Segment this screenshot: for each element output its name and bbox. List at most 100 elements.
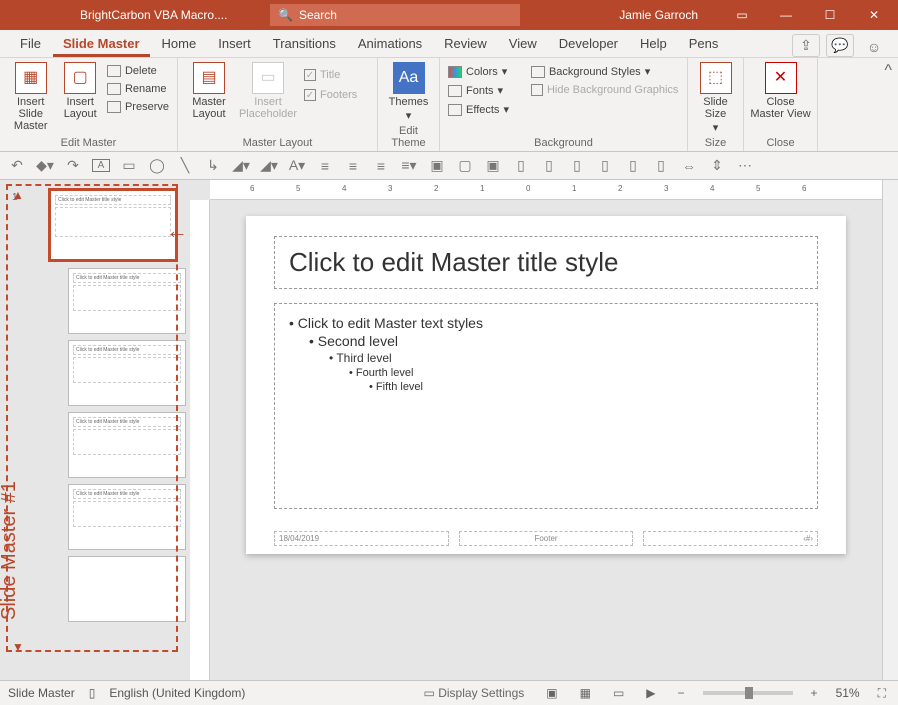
shape-icon[interactable]: ◆▾	[36, 157, 54, 174]
oval-icon[interactable]: ◯	[148, 157, 166, 174]
tab-developer[interactable]: Developer	[549, 32, 628, 57]
delete-button[interactable]: Delete	[105, 64, 171, 78]
fontcolor-icon[interactable]: A▾	[288, 157, 306, 174]
slideshow-icon[interactable]: ▶	[642, 686, 659, 700]
share-icon[interactable]: ⇪	[792, 34, 820, 57]
pagenum-placeholder[interactable]: ‹#›	[643, 531, 818, 546]
connector-icon[interactable]: ↳	[204, 157, 222, 174]
tab-animations[interactable]: Animations	[348, 32, 432, 57]
zoom-slider[interactable]	[703, 691, 793, 695]
align-right-icon[interactable]: ≡	[372, 158, 390, 174]
group-icon[interactable]: ▣	[484, 157, 502, 174]
group-label-background: Background	[446, 135, 681, 149]
line-icon[interactable]: ╲	[176, 157, 194, 174]
dist-h-icon[interactable]: ⇔	[680, 158, 698, 174]
bullet-l1[interactable]: Click to edit Master text styles	[289, 314, 803, 332]
face-icon[interactable]: ☺	[860, 37, 888, 57]
vertical-scrollbar[interactable]	[882, 180, 898, 680]
tab-pens[interactable]: Pens	[679, 32, 729, 57]
outline-icon[interactable]: ◢▾	[260, 157, 278, 174]
align-obj6-icon[interactable]: ▯	[652, 157, 670, 174]
tab-transitions[interactable]: Transitions	[263, 32, 346, 57]
reading-view-icon[interactable]: ▭	[609, 686, 628, 700]
close-master-view-button[interactable]: ✕Close Master View	[750, 62, 811, 120]
fill-icon[interactable]: ◢▾	[232, 157, 250, 174]
collapse-ribbon-icon[interactable]: ^	[818, 58, 898, 151]
rename-button[interactable]: Rename	[105, 82, 171, 96]
fit-window-icon[interactable]: ⛶	[874, 686, 890, 701]
undo-icon[interactable]: ↶	[8, 157, 26, 174]
align-obj2-icon[interactable]: ▯	[540, 157, 558, 174]
preserve-button[interactable]: Preserve	[105, 100, 171, 114]
bring-front-icon[interactable]: ▣	[428, 157, 446, 174]
tab-insert[interactable]: Insert	[208, 32, 261, 57]
slide-canvas[interactable]: Click to edit Master title style Click t…	[210, 200, 882, 680]
effects-button[interactable]: Effects ▾	[446, 102, 511, 117]
align-left-icon[interactable]: ≡	[316, 158, 334, 174]
display-settings-button[interactable]: ▭ Display Settings	[420, 686, 529, 700]
tab-review[interactable]: Review	[434, 32, 497, 57]
sorter-view-icon[interactable]: ▦	[576, 686, 595, 700]
tab-slide-master[interactable]: Slide Master	[53, 32, 150, 57]
slide-size-button[interactable]: ⬚Slide Size▾	[694, 62, 737, 134]
zoom-in-icon[interactable]: +	[807, 686, 822, 700]
comments-icon[interactable]: 💬	[826, 34, 854, 57]
textbox-icon[interactable]: A	[92, 159, 110, 172]
bullet-l2[interactable]: Second level	[309, 332, 803, 350]
dist-v-icon[interactable]: ⇕	[708, 157, 726, 174]
fonts-button[interactable]: Fonts ▾	[446, 83, 511, 98]
group-label-edit-theme: Edit Theme	[384, 123, 433, 149]
redo-icon[interactable]: ↷	[64, 157, 82, 174]
status-language[interactable]: English (United Kingdom)	[109, 686, 245, 700]
horizontal-ruler[interactable]: 6543210123456	[210, 180, 882, 200]
quick-access-toolbar: ↶ ◆▾ ↷ A ▭ ◯ ╲ ↳ ◢▾ ◢▾ A▾ ≡ ≡ ≡ ≡▾ ▣ ▢ ▣…	[0, 152, 898, 180]
tab-view[interactable]: View	[499, 32, 547, 57]
tab-home[interactable]: Home	[152, 32, 207, 57]
zoom-out-icon[interactable]: −	[674, 686, 689, 700]
ribbon: ▦Insert Slide Master ▢Insert Layout Dele…	[0, 58, 898, 152]
group-label-close: Close	[750, 135, 811, 149]
master-layout-button[interactable]: ▤Master Layout	[184, 62, 234, 120]
more-icon[interactable]: ⋯	[736, 157, 754, 174]
body-placeholder[interactable]: Click to edit Master text styles Second …	[274, 303, 818, 509]
document-title: BrightCarbon VBA Macro....	[0, 8, 270, 22]
insert-placeholder-button: ▭Insert Placeholder	[238, 62, 298, 120]
align-obj1-icon[interactable]: ▯	[512, 157, 530, 174]
thumbnail-panel[interactable]: 1 Click to edit Master title style Click…	[0, 180, 190, 680]
align-just-icon[interactable]: ≡▾	[400, 157, 418, 174]
themes-button[interactable]: AaThemes▾	[384, 62, 433, 122]
rect-icon[interactable]: ▭	[120, 157, 138, 174]
send-back-icon[interactable]: ▢	[456, 157, 474, 174]
background-styles-button[interactable]: Background Styles ▾	[529, 64, 680, 79]
align-obj3-icon[interactable]: ▯	[568, 157, 586, 174]
ribbon-display-icon[interactable]: ▭	[722, 0, 762, 30]
slide[interactable]: Click to edit Master title style Click t…	[246, 216, 846, 554]
close-icon[interactable]: ✕	[854, 0, 894, 30]
search-box[interactable]: 🔍 Search	[270, 4, 520, 26]
zoom-level[interactable]: 51%	[836, 686, 860, 700]
bullet-l4[interactable]: Fourth level	[349, 366, 803, 380]
maximize-icon[interactable]: ☐	[810, 0, 850, 30]
date-placeholder[interactable]: 18/04/2019	[274, 531, 449, 546]
align-center-icon[interactable]: ≡	[344, 158, 362, 174]
vertical-ruler[interactable]	[190, 200, 210, 680]
normal-view-icon[interactable]: ▣	[542, 686, 561, 700]
tab-file[interactable]: File	[10, 32, 51, 57]
tab-help[interactable]: Help	[630, 32, 677, 57]
bullet-l3[interactable]: Third level	[329, 350, 803, 366]
user-name[interactable]: Jamie Garroch	[619, 8, 698, 22]
insert-layout-button[interactable]: ▢Insert Layout	[59, 62, 101, 132]
status-mode: Slide Master	[8, 686, 75, 700]
colors-button[interactable]: Colors ▾	[446, 64, 511, 79]
align-obj5-icon[interactable]: ▯	[624, 157, 642, 174]
align-obj4-icon[interactable]: ▯	[596, 157, 614, 174]
search-placeholder: Search	[299, 8, 337, 22]
footer-placeholder[interactable]: Footer	[459, 531, 634, 546]
title-checkbox: ✓Title	[302, 68, 359, 82]
minimize-icon[interactable]: —	[766, 0, 806, 30]
title-placeholder[interactable]: Click to edit Master title style	[274, 236, 818, 289]
arrow-up-icon: ▲	[12, 188, 24, 202]
bullet-l5[interactable]: Fifth level	[369, 380, 803, 394]
insert-slide-master-button[interactable]: ▦Insert Slide Master	[6, 62, 55, 132]
accessibility-icon[interactable]: ▯	[89, 686, 96, 700]
